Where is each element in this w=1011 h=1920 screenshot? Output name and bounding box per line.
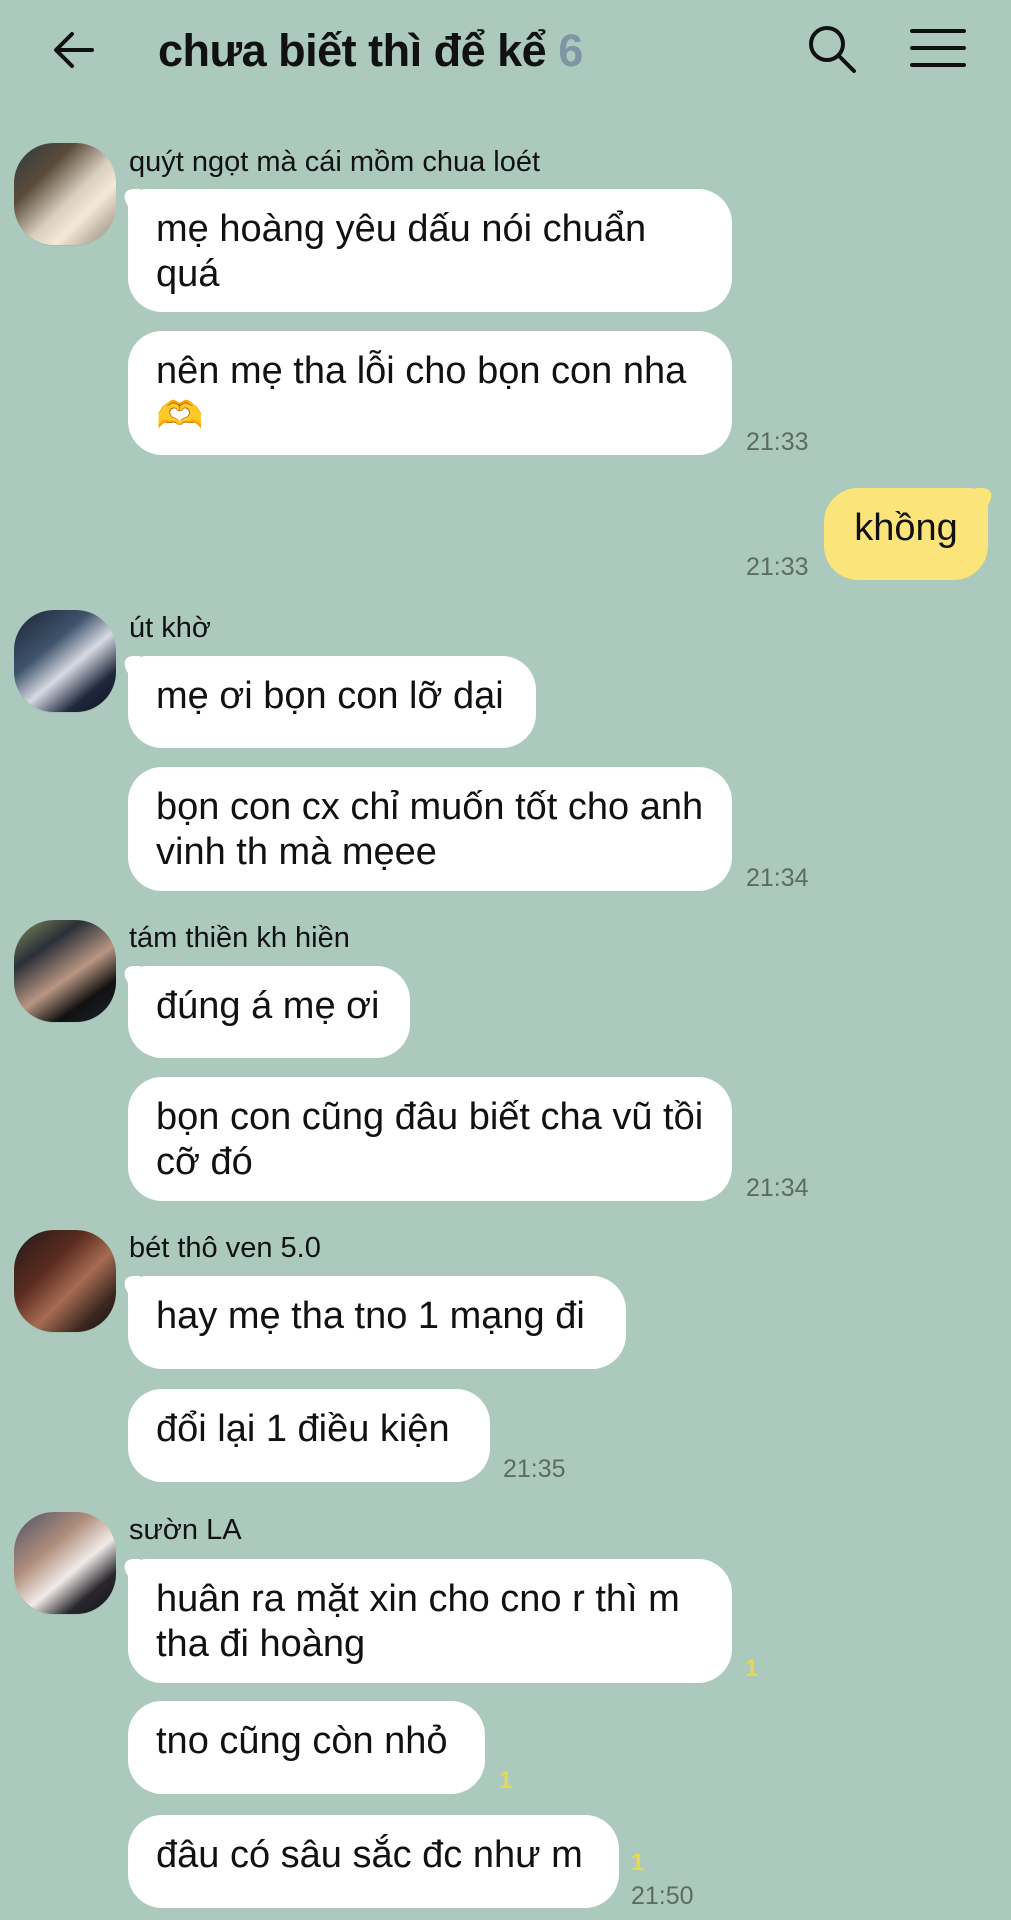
message-time: 21:50 bbox=[631, 1882, 694, 1910]
message-time: 21:33 bbox=[746, 428, 809, 456]
sender-name: út khờ bbox=[129, 612, 211, 644]
message-bubble[interactable]: đâu có sâu sắc đc như m bbox=[128, 1815, 619, 1908]
message-text: nên mẹ tha lỗi cho bọn con nha bbox=[156, 350, 687, 392]
sender-name: tám thiền kh hiền bbox=[129, 922, 350, 954]
unread-count: 1 bbox=[631, 1849, 645, 1876]
message-time: 21:33 bbox=[746, 553, 809, 581]
heart-hands-emoji: 🫶 bbox=[156, 395, 204, 437]
message-time: 21:34 bbox=[746, 864, 809, 892]
avatar[interactable] bbox=[14, 1230, 116, 1332]
message-list: quýt ngọt mà cái mồm chua loét mẹ hoàng … bbox=[0, 0, 1011, 1920]
avatar[interactable] bbox=[14, 920, 116, 1022]
unread-count: 1 bbox=[499, 1767, 513, 1794]
message-bubble[interactable]: đúng á mẹ ơi bbox=[128, 966, 410, 1058]
message-time: 21:35 bbox=[503, 1455, 566, 1483]
avatar[interactable] bbox=[14, 1512, 116, 1614]
sender-name: bét thô ven 5.0 bbox=[129, 1232, 321, 1264]
avatar[interactable] bbox=[14, 610, 116, 712]
message-bubble[interactable]: bọn con cx chỉ muốn tốt cho anh vinh th … bbox=[128, 767, 732, 891]
message-bubble[interactable]: hay mẹ tha tno 1 mạng đi bbox=[128, 1276, 626, 1369]
message-time: 21:34 bbox=[746, 1174, 809, 1202]
unread-count: 1 bbox=[745, 1655, 759, 1682]
sender-name: sườn LA bbox=[129, 1514, 242, 1546]
message-bubble[interactable]: nên mẹ tha lỗi cho bọn con nha 🫶 bbox=[128, 331, 732, 455]
sender-name: quýt ngọt mà cái mồm chua loét bbox=[129, 146, 541, 178]
message-bubble[interactable]: đổi lại 1 điều kiện bbox=[128, 1389, 490, 1482]
message-bubble[interactable]: mẹ hoàng yêu dấu nói chuẩn quá bbox=[128, 189, 732, 312]
my-message-bubble[interactable]: khồng bbox=[824, 488, 988, 580]
message-bubble[interactable]: huân ra mặt xin cho cno r thì m tha đi h… bbox=[128, 1559, 732, 1683]
chat-screen: chưa biết thì để kể 6 quýt ngọt mà cái m… bbox=[0, 0, 1011, 1920]
message-bubble[interactable]: mẹ ơi bọn con lỡ dại bbox=[128, 656, 536, 748]
message-bubble[interactable]: bọn con cũng đâu biết cha vũ tồi cỡ đó bbox=[128, 1077, 732, 1201]
avatar[interactable] bbox=[14, 143, 116, 245]
message-bubble[interactable]: tno cũng còn nhỏ bbox=[128, 1701, 485, 1794]
